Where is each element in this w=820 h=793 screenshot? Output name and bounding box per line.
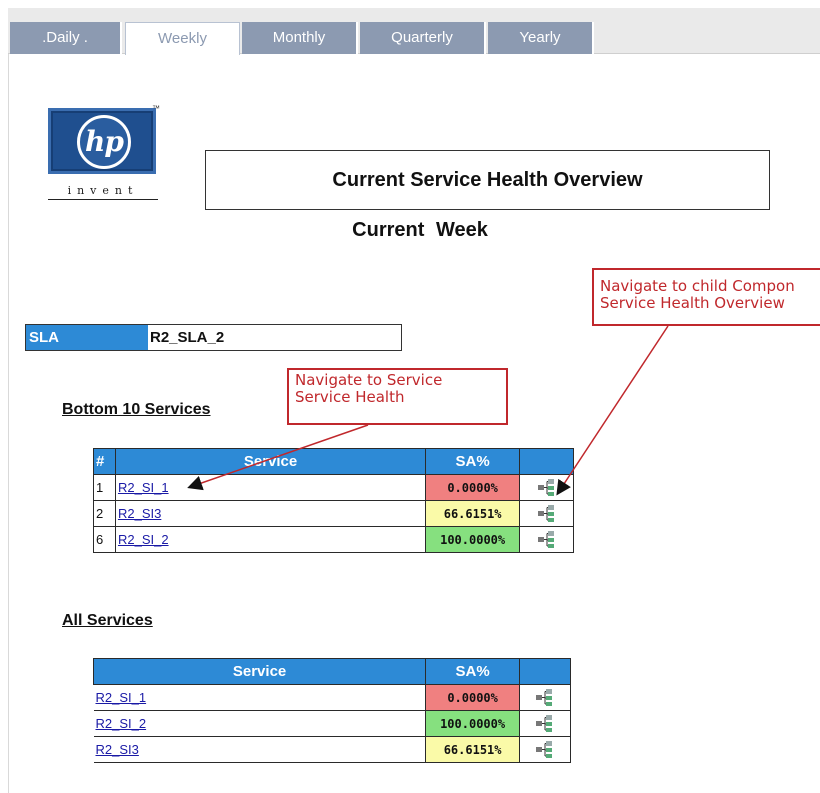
row-rank: 1 bbox=[93, 474, 116, 501]
column-header-num: # bbox=[93, 448, 116, 475]
table-row: 2 R2_SI3 66.6151% bbox=[93, 500, 574, 527]
service-navigation-callout: Navigate to Service Service Health bbox=[287, 368, 508, 425]
callout-line: Service Health Overview bbox=[600, 294, 785, 312]
table-row: R2_SI_1 0.0000% bbox=[93, 684, 571, 711]
table-row: 1 R2_SI_1 0.0000% bbox=[93, 474, 574, 501]
tab-weekly[interactable]: Weekly bbox=[125, 22, 240, 55]
table-header-row: # Service SA% bbox=[93, 448, 574, 475]
sa-value: 100.0000% bbox=[425, 710, 521, 737]
sla-label: SLA bbox=[26, 325, 148, 350]
all-services-table: Service SA% R2_SI_1 0.0000% R2_SI_2 100.… bbox=[92, 658, 571, 763]
all-services-heading: All Services bbox=[62, 612, 153, 629]
tab-monthly[interactable]: Monthly bbox=[242, 22, 358, 54]
service-link[interactable]: R2_SI_2 bbox=[118, 532, 169, 547]
page-title: Current Service Health Overview bbox=[205, 150, 770, 210]
component-tree-icon[interactable] bbox=[534, 740, 556, 760]
callout-line: Navigate to Service bbox=[295, 371, 443, 389]
table-header-row: Service SA% bbox=[92, 658, 571, 685]
sa-value: 66.6151% bbox=[425, 736, 521, 763]
service-link[interactable]: R2_SI_2 bbox=[96, 716, 147, 731]
bottom-services-table: # Service SA% 1 R2_SI_1 0.0000% 2 R2_SI3… bbox=[93, 448, 574, 553]
table-row: 6 R2_SI_2 100.0000% bbox=[93, 526, 574, 553]
service-link[interactable]: R2_SI3 bbox=[118, 506, 161, 521]
component-tree-icon[interactable] bbox=[536, 504, 558, 524]
hp-logo: hp ™ invent bbox=[48, 104, 160, 204]
service-link[interactable]: R2_SI_1 bbox=[118, 480, 169, 495]
table-row: R2_SI3 66.6151% bbox=[93, 736, 571, 763]
tab-yearly[interactable]: Yearly bbox=[488, 22, 594, 54]
sa-value: 0.0000% bbox=[425, 684, 521, 711]
sa-value: 100.0000% bbox=[425, 526, 521, 553]
child-navigation-callout: Navigate to child Compon Service Health … bbox=[592, 268, 820, 326]
tab-quarterly[interactable]: Quarterly bbox=[360, 22, 486, 54]
trademark-mark: ™ bbox=[152, 104, 160, 113]
row-rank: 2 bbox=[93, 500, 116, 527]
sa-value: 0.0000% bbox=[425, 474, 521, 501]
hp-logo-circle: hp bbox=[77, 115, 131, 169]
column-header-service: Service bbox=[114, 448, 427, 475]
column-header-sa: SA% bbox=[425, 448, 521, 475]
table-row: R2_SI_2 100.0000% bbox=[93, 710, 571, 737]
component-tree-icon[interactable] bbox=[536, 478, 558, 498]
column-header-action bbox=[519, 658, 571, 685]
callout-line: Navigate to child Compon bbox=[600, 277, 795, 295]
period-tabbar: .Daily . Weekly Monthly Quarterly Yearly bbox=[8, 8, 820, 55]
column-header-sa: SA% bbox=[425, 658, 521, 685]
tab-daily[interactable]: .Daily . bbox=[10, 22, 122, 54]
callout-line: Service Health bbox=[295, 388, 405, 406]
service-link[interactable]: R2_SI_1 bbox=[96, 690, 147, 705]
sla-value: R2_SLA_2 bbox=[148, 325, 401, 350]
hp-logo-tagline: invent bbox=[48, 184, 158, 200]
service-link[interactable]: R2_SI3 bbox=[96, 742, 139, 757]
sla-row: SLA R2_SLA_2 bbox=[25, 324, 402, 351]
hp-logo-text: hp bbox=[85, 125, 124, 158]
row-rank: 6 bbox=[93, 526, 116, 553]
component-tree-icon[interactable] bbox=[536, 530, 558, 550]
bottom-services-heading: Bottom 10 Services bbox=[62, 401, 211, 418]
period-subtitle: Current Week bbox=[352, 219, 488, 241]
sa-value: 66.6151% bbox=[425, 500, 521, 527]
column-header-service: Service bbox=[92, 658, 427, 685]
component-tree-icon[interactable] bbox=[534, 714, 556, 734]
component-tree-icon[interactable] bbox=[534, 688, 556, 708]
hp-logo-box: hp bbox=[48, 108, 156, 174]
column-header-action bbox=[519, 448, 574, 475]
